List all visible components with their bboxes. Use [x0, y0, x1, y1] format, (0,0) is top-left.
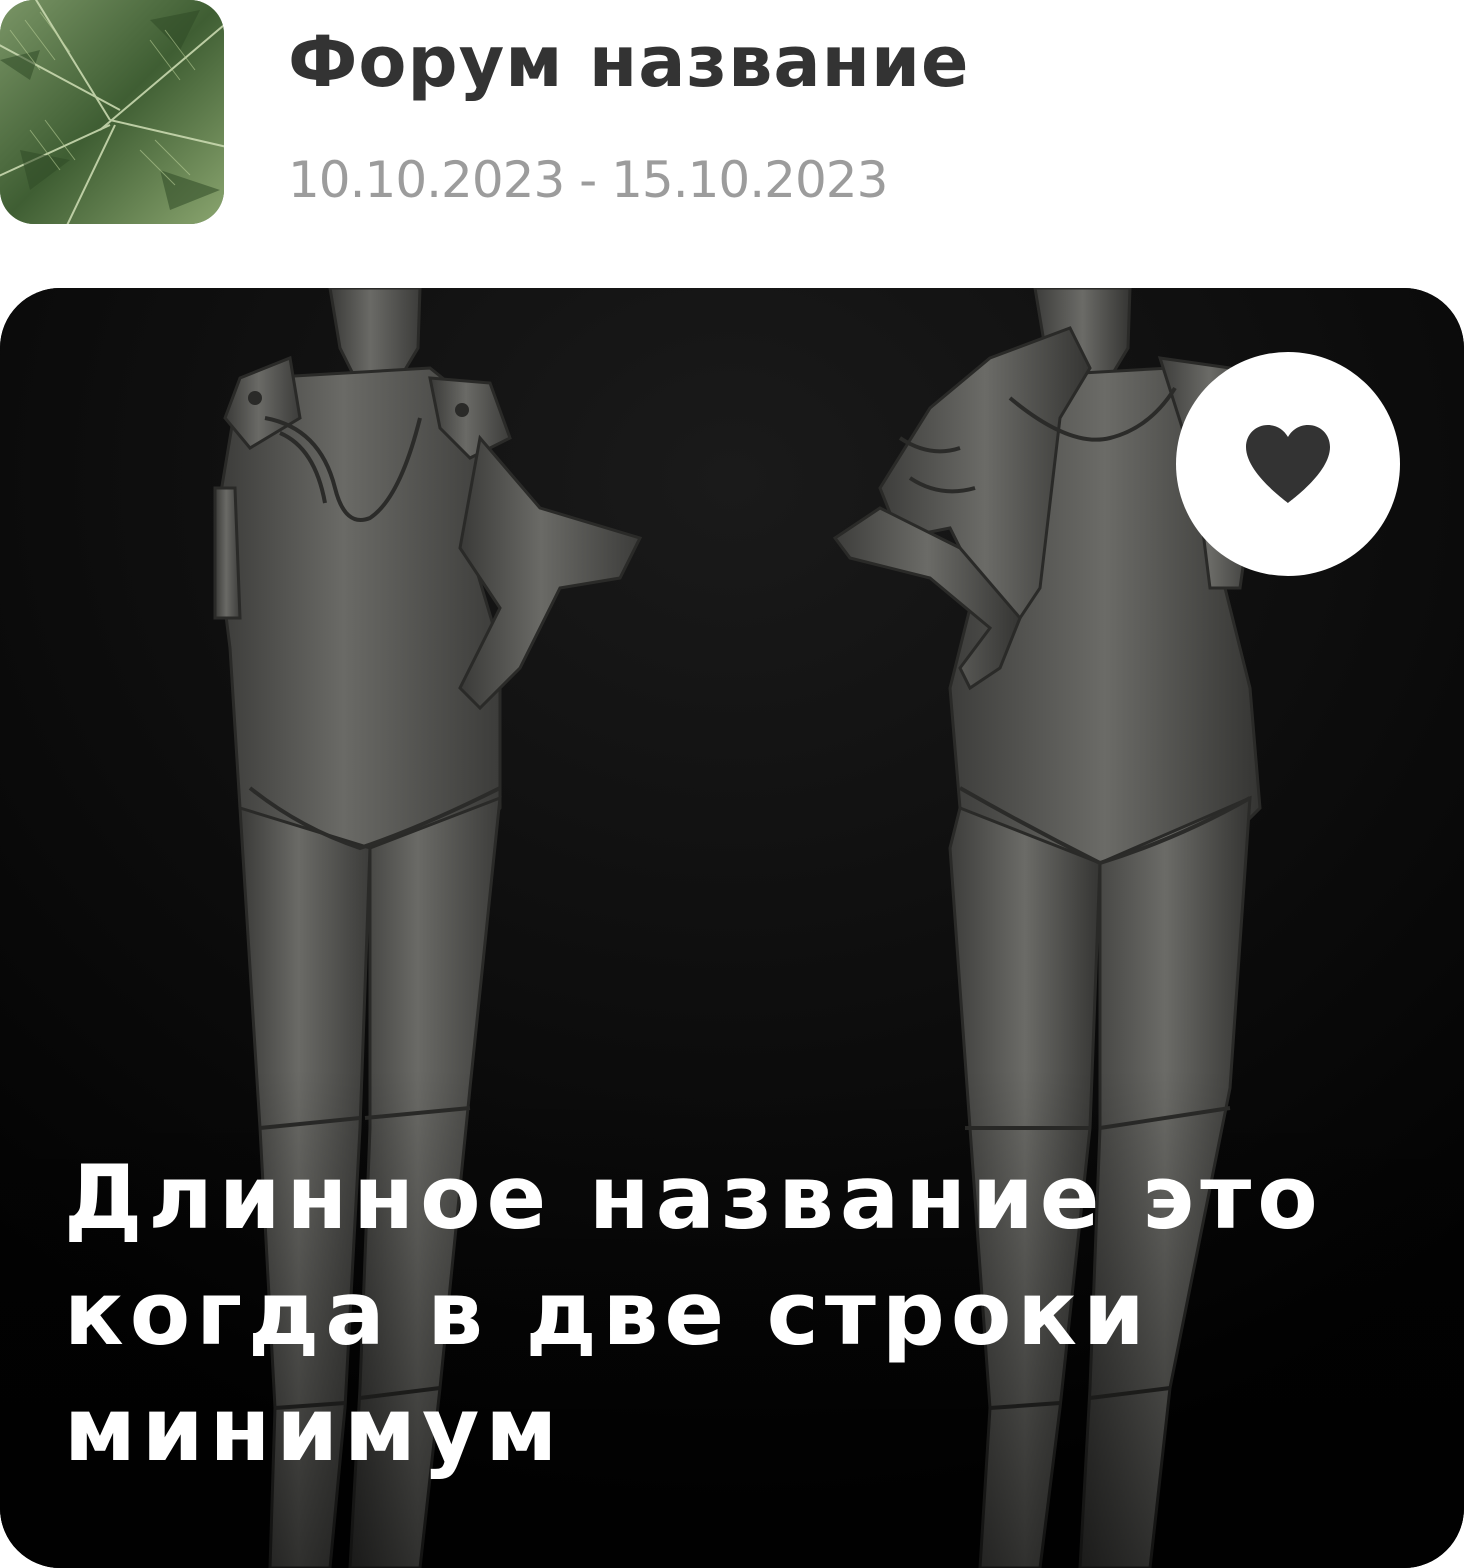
heart-icon	[1242, 423, 1334, 505]
post-title[interactable]: Длинное название это когда в две строки …	[64, 1140, 1384, 1488]
forum-header: Форум название 10.10.2023 - 15.10.2023	[0, 0, 1464, 240]
post-card[interactable]: Длинное название это когда в две строки …	[0, 288, 1464, 1568]
forum-dates: 10.10.2023 - 15.10.2023	[288, 151, 888, 209]
forum-avatar[interactable]	[0, 0, 224, 224]
palm-leaves-image	[0, 0, 224, 224]
like-button[interactable]	[1176, 352, 1400, 576]
forum-title[interactable]: Форум название	[288, 18, 970, 106]
